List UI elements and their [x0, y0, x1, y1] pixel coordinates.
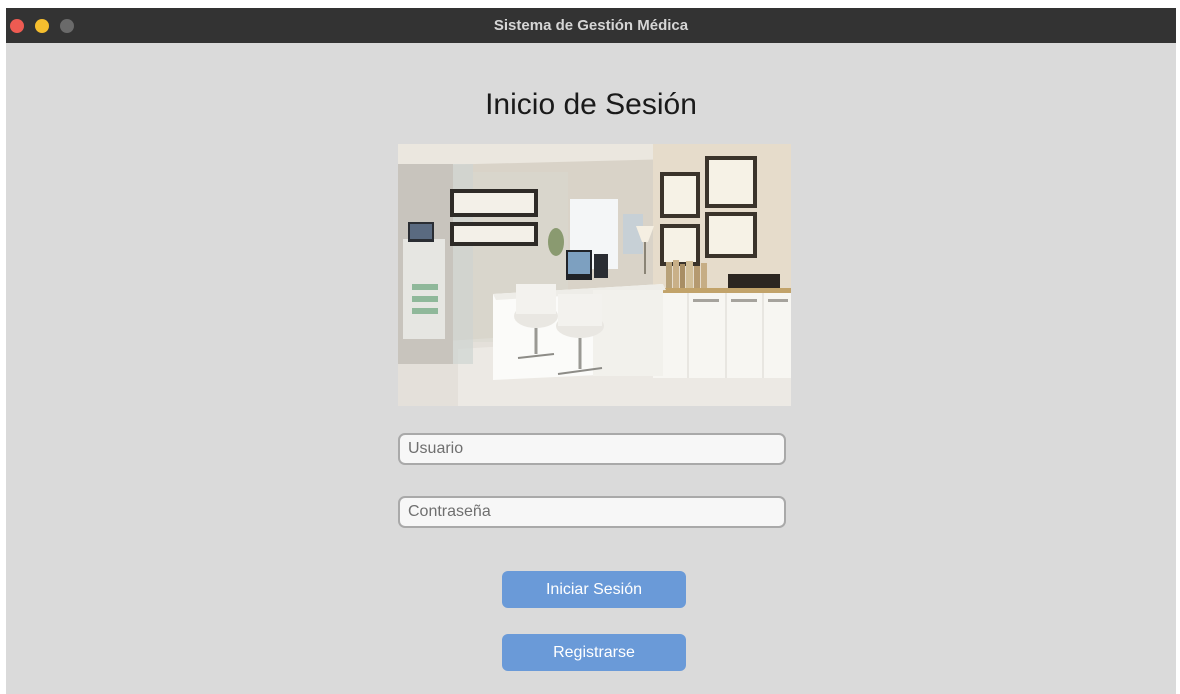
- medical-office-photo: [398, 144, 791, 406]
- login-button[interactable]: Iniciar Sesión: [502, 571, 686, 608]
- window-title: Sistema de Gestión Médica: [493, 17, 689, 34]
- register-button[interactable]: Registrarse: [502, 634, 686, 671]
- password-input[interactable]: [398, 496, 786, 528]
- username-input[interactable]: [398, 433, 786, 465]
- login-heading: Inicio de Sesión: [485, 88, 697, 121]
- title-bar[interactable]: Sistema de Gestión Médica: [6, 8, 1176, 43]
- app-window: Sistema de Gestión Médica Inicio de Sesi…: [6, 8, 1176, 694]
